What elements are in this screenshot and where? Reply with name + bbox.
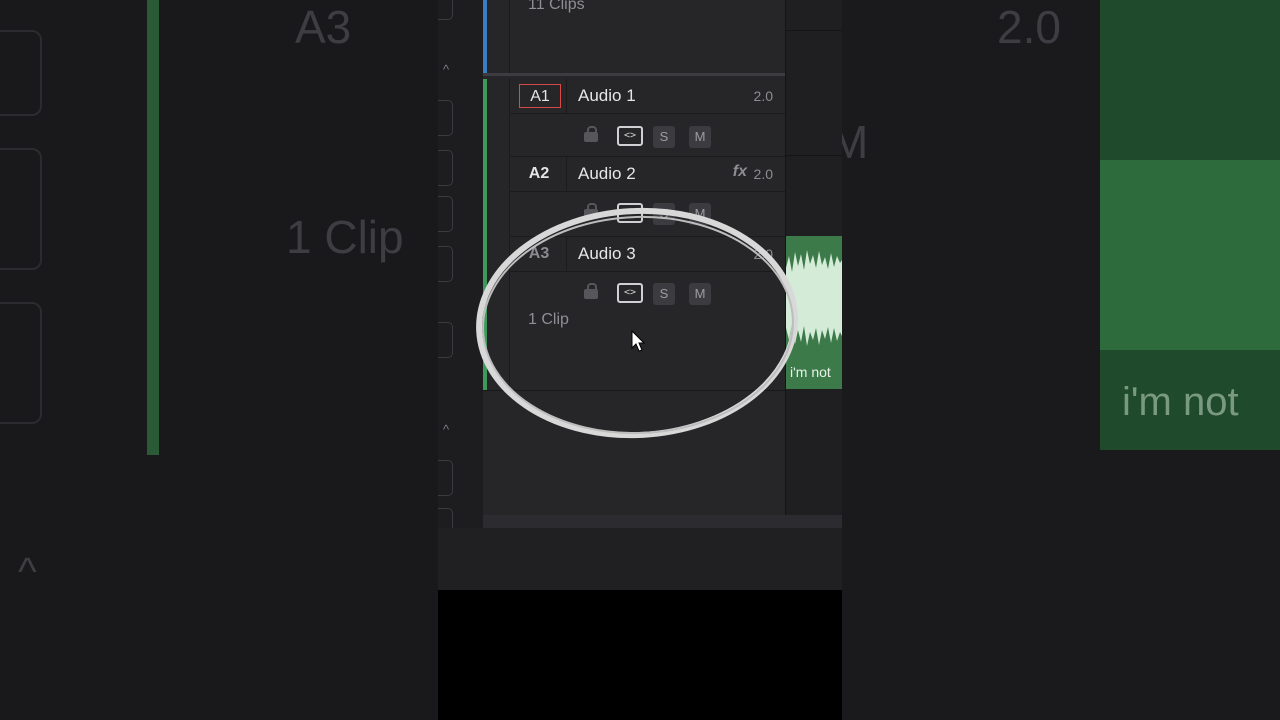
track-header: A1 Audio 1 2.0 <box>509 79 785 114</box>
strip-box <box>438 196 453 232</box>
background-track-color-bar <box>147 0 159 455</box>
fx-icon[interactable]: fx <box>733 163 747 181</box>
background-channels: 2.0 <box>997 1 1061 53</box>
lock-icon[interactable] <box>584 126 598 142</box>
strip-box <box>438 460 453 496</box>
background-box <box>0 302 42 424</box>
preview-area <box>438 590 842 720</box>
track-id[interactable]: A1 <box>519 84 561 108</box>
video-clip-count: 11 Clips <box>528 0 585 13</box>
background-box <box>0 30 42 116</box>
background-waveform-peak <box>1100 160 1280 350</box>
background-clip-count: 1 Clip <box>286 211 404 263</box>
track-id[interactable]: A2 <box>519 162 559 186</box>
track-channels: 2.0 <box>753 166 773 182</box>
horizontal-scrollbar[interactable] <box>483 515 842 528</box>
track-channels: 2.0 <box>753 88 773 104</box>
solo-button[interactable]: S <box>653 126 675 148</box>
video-track: 11 Clips <box>483 0 785 73</box>
track-name[interactable]: Audio 1 <box>578 86 636 106</box>
track-name[interactable]: Audio 2 <box>578 164 636 184</box>
mouse-cursor-icon <box>631 330 645 352</box>
bottom-toolbar <box>438 528 842 590</box>
audio-track-a1[interactable]: A1 Audio 1 2.0 <> S M <box>483 79 785 156</box>
collapse-chevron-icon[interactable]: ^ <box>443 422 455 437</box>
collapse-chevron-icon[interactable]: ^ <box>443 62 455 77</box>
background-chevron-up-icon: ^ <box>18 550 37 594</box>
video-track-color <box>483 0 487 73</box>
background-caption: i'm not <box>1122 380 1239 424</box>
mute-button[interactable]: M <box>689 126 711 148</box>
strip-box <box>438 150 453 186</box>
highlight-circle <box>476 207 798 439</box>
track-color-bar <box>483 79 487 156</box>
background-left <box>0 0 438 720</box>
background-track-id: A3 <box>295 1 352 53</box>
track-header: A2 Audio 2 fx 2.0 <box>509 156 785 192</box>
strip-box <box>438 0 453 20</box>
background-box <box>0 148 42 270</box>
strip-box <box>438 100 453 136</box>
strip-box <box>438 246 453 282</box>
strip-box <box>438 322 453 358</box>
auto-select-icon[interactable]: <> <box>617 126 643 146</box>
